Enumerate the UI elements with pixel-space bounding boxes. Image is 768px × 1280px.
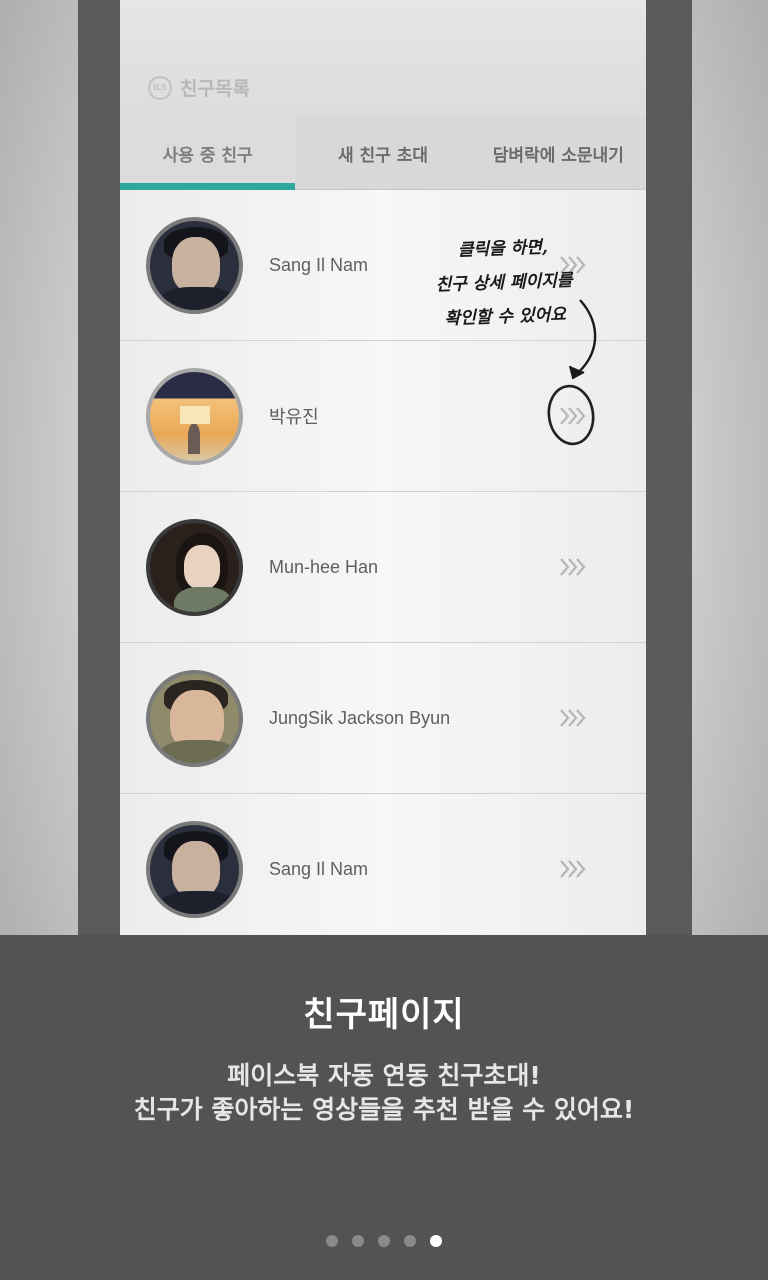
page-dot-active[interactable]	[430, 1235, 442, 1247]
triple-chevron-right-icon[interactable]	[558, 857, 588, 881]
app-title-text: 친구목록	[180, 78, 250, 100]
avatar	[146, 518, 243, 616]
screenshot-preview: ILS 친구목록 사용 중 친구 새 친구 초대 담벼락에 소문내기 Sang …	[120, 0, 646, 935]
panel-desc-line: 친구가 좋아하는 영상들을 추천 받을 수 있어요!	[133, 1095, 635, 1124]
tab-indicator	[120, 183, 295, 190]
curved-arrow-icon	[569, 299, 597, 380]
tab-wall-share[interactable]: 담벼락에 소문내기	[471, 118, 646, 189]
tab-active-friends[interactable]: 사용 중 친구	[120, 118, 296, 189]
page-dot[interactable]	[326, 1235, 338, 1247]
previous-page-edge	[78, 0, 120, 935]
page-dot[interactable]	[378, 1235, 390, 1247]
friend-row[interactable]: Sang Il Nam	[120, 794, 646, 935]
friend-name: JungSik Jackson Byun	[269, 707, 451, 728]
app-logo-text: ILS	[153, 83, 167, 92]
avatar	[146, 216, 243, 314]
triple-chevron-right-icon[interactable]	[558, 706, 588, 730]
page-dot[interactable]	[404, 1235, 416, 1247]
panel-description: 페이스북 자동 연동 친구초대! 친구가 좋아하는 영상들을 추천 받을 수 있…	[0, 1059, 768, 1127]
app-logo-icon: ILS	[148, 75, 172, 100]
friend-name: Mun-hee Han	[269, 556, 379, 577]
friend-name: Sang Il Nam	[269, 858, 369, 879]
friend-row[interactable]: JungSik Jackson Byun	[120, 643, 646, 794]
next-page-edge	[646, 0, 692, 935]
page-indicator	[0, 1235, 768, 1247]
tab-invite-friends[interactable]: 새 친구 초대	[295, 118, 470, 189]
friend-row[interactable]: Mun-hee Han	[120, 492, 646, 643]
avatar	[146, 669, 243, 767]
app-title: ILS 친구목록	[148, 74, 250, 101]
panel-title: 친구페이지	[303, 995, 465, 1035]
avatar	[146, 820, 243, 918]
panel-desc-line: 페이스북 자동 연동 친구초대!	[227, 1061, 541, 1090]
triple-chevron-right-icon[interactable]	[558, 555, 588, 579]
app-header: ILS 친구목록	[120, 0, 646, 118]
description-panel: 친구페이지 페이스북 자동 연동 친구초대! 친구가 좋아하는 영상들을 추천 …	[0, 935, 768, 1280]
highlight-circle-icon	[547, 384, 595, 446]
page-dot[interactable]	[352, 1235, 364, 1247]
avatar	[146, 367, 243, 465]
friend-tabs: 사용 중 친구 새 친구 초대 담벼락에 소문내기	[120, 118, 646, 190]
